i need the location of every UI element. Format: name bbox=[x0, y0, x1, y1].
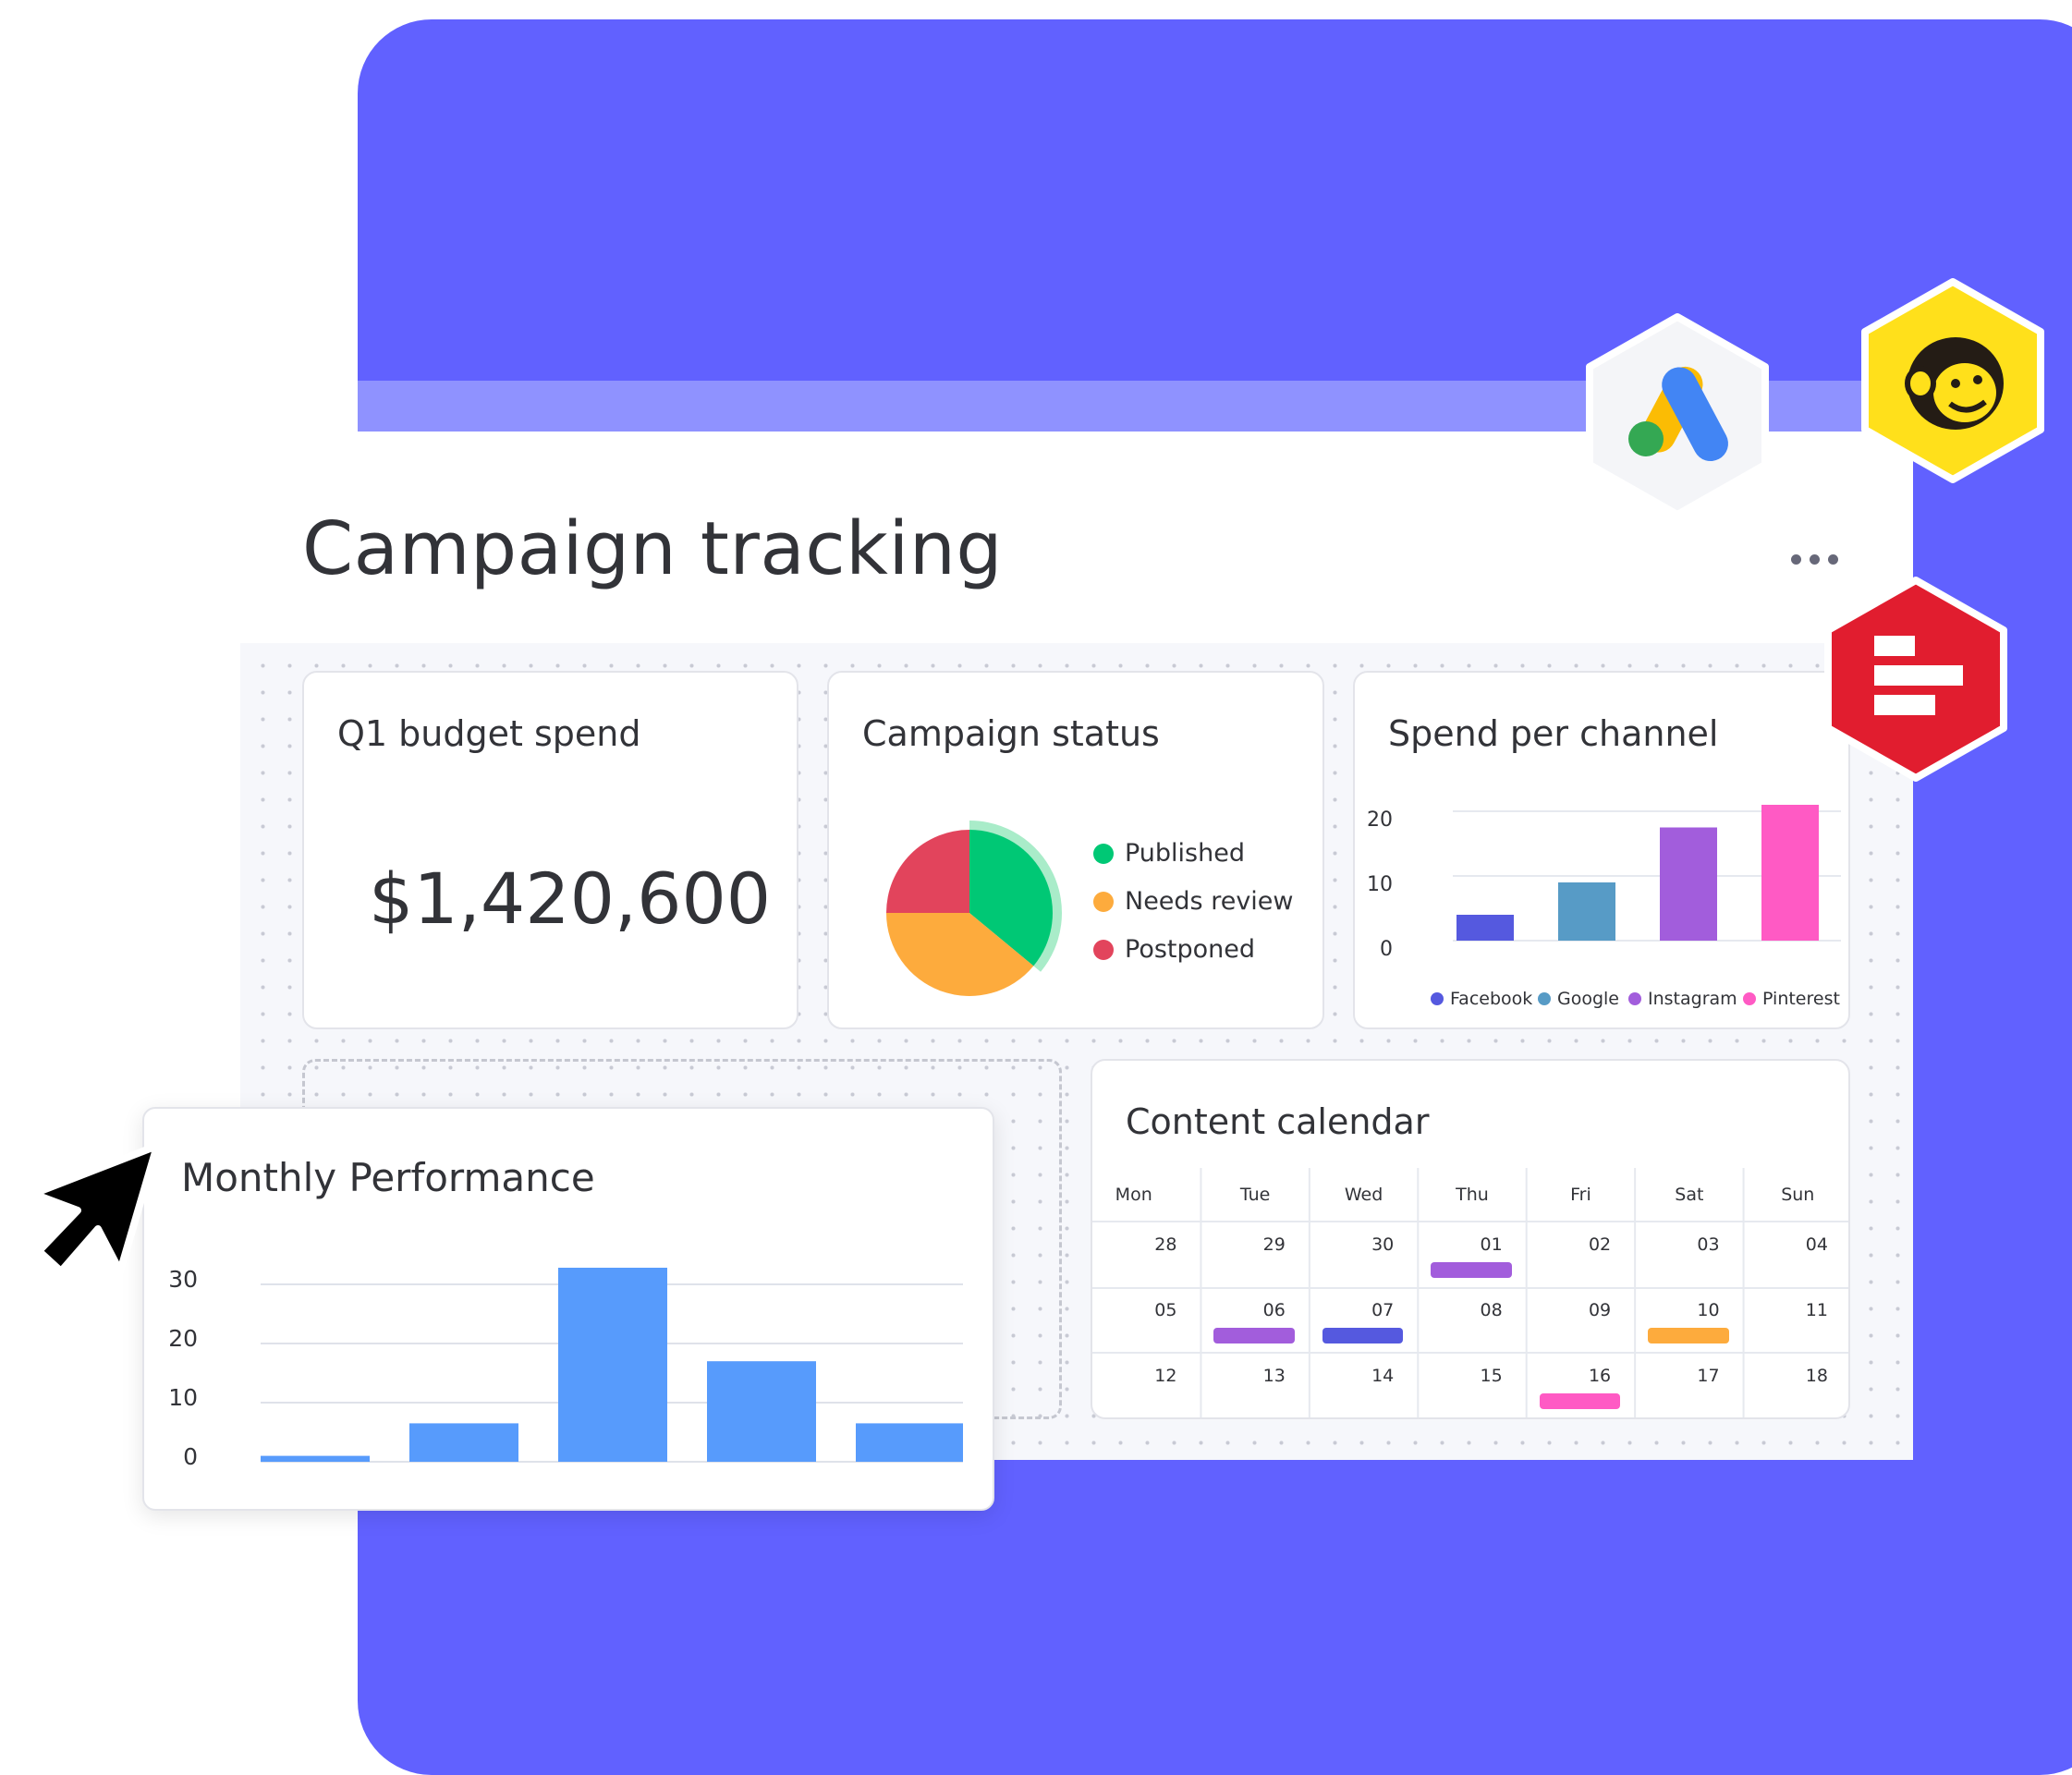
pie-slice[interactable] bbox=[886, 830, 969, 913]
calendar-day-cell[interactable]: 06 bbox=[1201, 1300, 1286, 1320]
calendar-day-cell[interactable]: 08 bbox=[1418, 1300, 1503, 1320]
google-ads-icon[interactable] bbox=[1580, 310, 1774, 522]
legend-label: Facebook bbox=[1450, 989, 1533, 1009]
legend-label: Postponed bbox=[1125, 935, 1256, 964]
calendar-day-cell[interactable]: 11 bbox=[1744, 1300, 1828, 1320]
channel-bar-chart bbox=[1453, 805, 1841, 942]
board-title: Campaign tracking bbox=[302, 506, 1004, 591]
channel-card[interactable]: Spend per channel 20 10 0 Facebook Googl… bbox=[1353, 671, 1850, 1029]
legend-dot bbox=[1093, 891, 1114, 912]
legend-pinterest: Pinterest bbox=[1743, 989, 1840, 1009]
calendar-day-cell[interactable]: 29 bbox=[1201, 1234, 1286, 1255]
channel-bar[interactable] bbox=[1660, 827, 1717, 942]
calendar-event[interactable] bbox=[1431, 1262, 1512, 1278]
calendar-day-cell[interactable]: 28 bbox=[1092, 1234, 1176, 1255]
calendar-day-cell[interactable]: 01 bbox=[1418, 1234, 1503, 1255]
legend-dot bbox=[1093, 843, 1114, 864]
calendar-day-header: Wed bbox=[1344, 1185, 1383, 1205]
calendar-day-cell[interactable]: 18 bbox=[1744, 1366, 1828, 1386]
calendar-event[interactable] bbox=[1539, 1393, 1621, 1409]
legend-label: Needs review bbox=[1125, 887, 1294, 916]
calendar-card-title: Content calendar bbox=[1126, 1101, 1430, 1142]
legend-needs-review: Needs review bbox=[1093, 887, 1294, 916]
calendar-day-cell[interactable]: 09 bbox=[1527, 1300, 1611, 1320]
mailchimp-icon[interactable] bbox=[1856, 274, 2050, 487]
y-tick: 20 bbox=[168, 1325, 198, 1352]
legend-instagram: Instagram bbox=[1628, 989, 1737, 1009]
calendar-day-cell[interactable]: 17 bbox=[1635, 1366, 1719, 1386]
calendar-day-cell[interactable]: 05 bbox=[1092, 1300, 1176, 1320]
calendar-day-cell[interactable]: 30 bbox=[1310, 1234, 1394, 1255]
legend-label: Google bbox=[1557, 989, 1620, 1009]
channel-card-title: Spend per channel bbox=[1388, 713, 1719, 754]
red-app-icon[interactable] bbox=[1819, 573, 2013, 785]
calendar-day-header: Thu bbox=[1456, 1185, 1489, 1205]
performance-bar-chart bbox=[261, 1268, 963, 1463]
legend-postponed: Postponed bbox=[1093, 935, 1255, 964]
calendar-day-cell[interactable]: 07 bbox=[1310, 1300, 1394, 1320]
y-tick: 10 bbox=[168, 1384, 198, 1411]
calendar-day-cell[interactable]: 14 bbox=[1310, 1366, 1394, 1386]
calendar-event[interactable] bbox=[1322, 1328, 1404, 1343]
legend-published: Published bbox=[1093, 839, 1245, 868]
calendar-day-cell[interactable]: 02 bbox=[1527, 1234, 1611, 1255]
budget-card-title: Q1 budget spend bbox=[337, 713, 641, 754]
performance-bar[interactable] bbox=[261, 1455, 370, 1462]
y-tick: 0 bbox=[1380, 938, 1393, 961]
y-tick: 10 bbox=[1367, 873, 1393, 896]
calendar-day-header: Sat bbox=[1675, 1185, 1704, 1205]
budget-card[interactable]: Q1 budget spend $1,420,600 bbox=[302, 671, 798, 1029]
calendar-day-cell[interactable]: 04 bbox=[1744, 1234, 1828, 1255]
legend-label: Published bbox=[1125, 839, 1245, 868]
calendar-day-cell[interactable]: 13 bbox=[1201, 1366, 1286, 1386]
status-pie-chart bbox=[886, 821, 1062, 996]
calendar-day-header: Mon bbox=[1115, 1185, 1152, 1205]
calendar-day-cell[interactable]: 15 bbox=[1418, 1366, 1503, 1386]
performance-bar[interactable] bbox=[558, 1268, 667, 1462]
legend-label: Instagram bbox=[1648, 989, 1737, 1009]
performance-bar[interactable] bbox=[856, 1423, 963, 1462]
calendar-event[interactable] bbox=[1648, 1328, 1729, 1343]
legend-facebook: Facebook bbox=[1431, 989, 1532, 1009]
cursor-arrow-icon bbox=[30, 1142, 161, 1275]
status-card[interactable]: Campaign status Published Needs review P… bbox=[827, 671, 1324, 1029]
performance-card-title: Monthly Performance bbox=[181, 1155, 595, 1200]
calendar-day-header: Tue bbox=[1239, 1185, 1271, 1205]
performance-bar[interactable] bbox=[707, 1361, 816, 1462]
calendar-day-cell[interactable]: 10 bbox=[1635, 1300, 1719, 1320]
calendar-card[interactable]: Content calendar Mon Tue Wed Thu Fri Sat Sun 28… bbox=[1091, 1059, 1850, 1419]
legend-dot bbox=[1093, 939, 1114, 960]
status-card-title: Campaign status bbox=[862, 713, 1160, 754]
calendar-day-header: Sun bbox=[1781, 1185, 1815, 1205]
y-tick: 0 bbox=[183, 1443, 198, 1470]
performance-bar[interactable] bbox=[409, 1423, 518, 1462]
y-tick: 20 bbox=[1367, 808, 1393, 832]
calendar-day-cell[interactable]: 16 bbox=[1527, 1366, 1611, 1386]
channel-bar[interactable] bbox=[1761, 805, 1819, 941]
budget-value: $1,420,600 bbox=[369, 857, 772, 940]
calendar-day-cell[interactable]: 03 bbox=[1635, 1234, 1719, 1255]
legend-google: Google bbox=[1538, 989, 1619, 1009]
calendar-event[interactable] bbox=[1213, 1328, 1295, 1343]
performance-card[interactable]: Monthly Performance 30 20 10 0 bbox=[142, 1107, 994, 1511]
channel-bar[interactable] bbox=[1558, 882, 1615, 941]
calendar-day-header: Fri bbox=[1570, 1185, 1591, 1205]
calendar-day-cell[interactable]: 12 bbox=[1092, 1366, 1176, 1386]
legend-label: Pinterest bbox=[1762, 989, 1840, 1009]
channel-bar[interactable] bbox=[1456, 915, 1514, 941]
more-horizontal-icon[interactable] bbox=[1791, 549, 1847, 569]
